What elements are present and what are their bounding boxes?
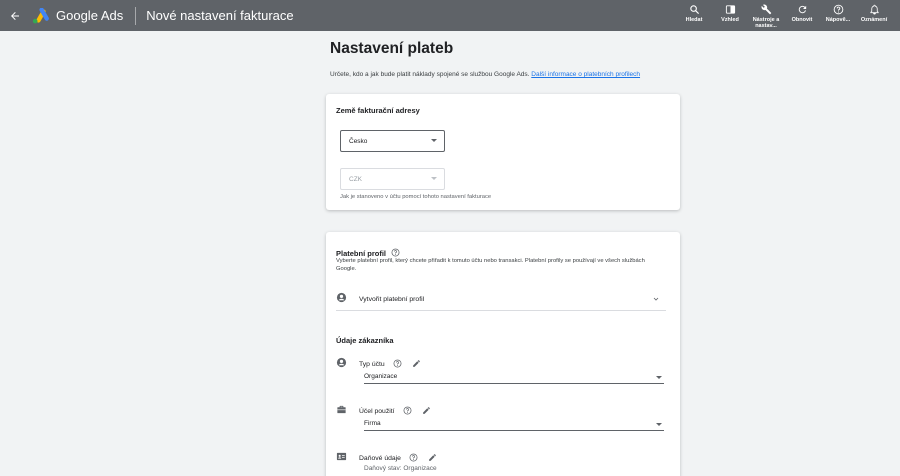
id-card-icon	[336, 449, 347, 467]
arrow-back-icon	[11, 11, 19, 20]
notifications-button[interactable]: Oznámení	[856, 0, 892, 31]
help-outline-icon	[403, 406, 411, 415]
account-type-help-button[interactable]	[385, 355, 402, 373]
payments-profile-description: Vyberte platební profil, který chcete př…	[336, 258, 645, 272]
payment-profile-card: Platební profil Vyberte platební profil,…	[326, 232, 680, 476]
account-type-row: Typ účtu	[336, 355, 666, 373]
help-outline-icon	[393, 359, 402, 368]
page-heading: Nové nastavení fakturace	[146, 8, 294, 23]
bell-icon	[869, 4, 879, 15]
tools-settings-button[interactable]: Nástroje a nastav...	[748, 0, 784, 31]
refresh-icon	[798, 5, 806, 14]
top-bar: Google Ads Nové nastavení fakturace Hled…	[0, 0, 900, 31]
usage-value: Firma	[364, 420, 381, 427]
customer-info-heading: Údaje zákazníka	[336, 336, 394, 345]
learn-more-link[interactable]: Další informace o platebních profilech	[531, 71, 640, 78]
intro-description: Určete, kdo a jak bude platit náklady sp…	[330, 71, 532, 78]
chevron-down-icon	[652, 290, 660, 308]
billing-country-heading: Země fakturační adresy	[336, 106, 420, 115]
usage-select[interactable]: Firma	[364, 420, 664, 431]
account-type-edit-button[interactable]	[402, 355, 421, 373]
toolbar: Hledat Vzhled Nástroje a nastav... Obnov…	[676, 0, 892, 31]
brand-name: Google Ads	[56, 8, 124, 23]
intro-text: Určete, kdo a jak bude platit náklady sp…	[330, 70, 680, 79]
search-icon	[689, 5, 699, 15]
billing-country-card: Země fakturační adresy Česko CZK Jak je …	[326, 94, 680, 210]
header-divider	[135, 6, 137, 25]
main-content: Nastavení plateb Určete, kdo a jak bude …	[326, 31, 680, 476]
currency-select: CZK	[340, 168, 445, 190]
currency-select-value: CZK	[349, 175, 362, 183]
search-label: Hledat	[685, 17, 703, 23]
pencil-icon	[412, 360, 420, 367]
create-profile-row[interactable]: Vytvořit platební profil	[336, 290, 666, 308]
tools-settings-label: Nástroje a nastav...	[752, 17, 780, 29]
notifications-label: Oznámení	[860, 17, 888, 23]
dropdown-arrow-icon	[656, 423, 662, 426]
dropdown-arrow-icon	[431, 177, 437, 180]
appearance-label: Vzhled	[721, 17, 739, 23]
help-label: Nápově...	[825, 17, 851, 23]
help-outline-icon	[409, 453, 418, 462]
currency-note: Jak je stanoveno v účtu pomocí tohoto na…	[340, 194, 492, 200]
account-circle-icon	[336, 290, 347, 308]
usage-help-button[interactable]	[395, 402, 412, 420]
section-divider	[336, 310, 666, 311]
help-outline-icon	[391, 248, 400, 257]
usage-label: Účel použití	[359, 407, 395, 415]
usage-edit-button[interactable]	[412, 402, 431, 420]
help-button[interactable]: Nápově...	[820, 0, 856, 31]
usage-row: Účel použití	[336, 402, 666, 420]
person-icon	[336, 355, 347, 373]
dropdown-arrow-icon	[431, 139, 437, 142]
country-select[interactable]: Česko	[340, 130, 445, 152]
appearance-button[interactable]: Vzhled	[712, 0, 748, 31]
pencil-icon	[422, 407, 430, 414]
tax-status: Daňový stav: Organizace	[364, 465, 437, 472]
tax-info-label: Daňové údaje	[359, 454, 401, 462]
create-profile-label: Vytvořit platební profil	[359, 295, 425, 303]
google-ads-logo-icon[interactable]	[32, 7, 50, 24]
search-button[interactable]: Hledat	[676, 0, 712, 31]
refresh-label: Obnovit	[791, 17, 813, 23]
account-type-value: Organizace	[364, 373, 398, 380]
account-type-select[interactable]: Organizace	[364, 373, 664, 384]
appearance-icon	[725, 5, 735, 14]
wrench-icon	[761, 4, 771, 15]
account-type-label: Typ účtu	[359, 360, 385, 368]
back-button[interactable]	[2, 0, 28, 31]
refresh-button[interactable]: Obnovit	[784, 0, 820, 31]
briefcase-icon	[336, 402, 347, 420]
country-select-value: Česko	[349, 137, 368, 145]
page-title: Nastavení plateb	[330, 40, 454, 57]
dropdown-arrow-icon	[656, 376, 662, 379]
pencil-icon	[429, 454, 436, 461]
help-icon	[833, 4, 843, 15]
